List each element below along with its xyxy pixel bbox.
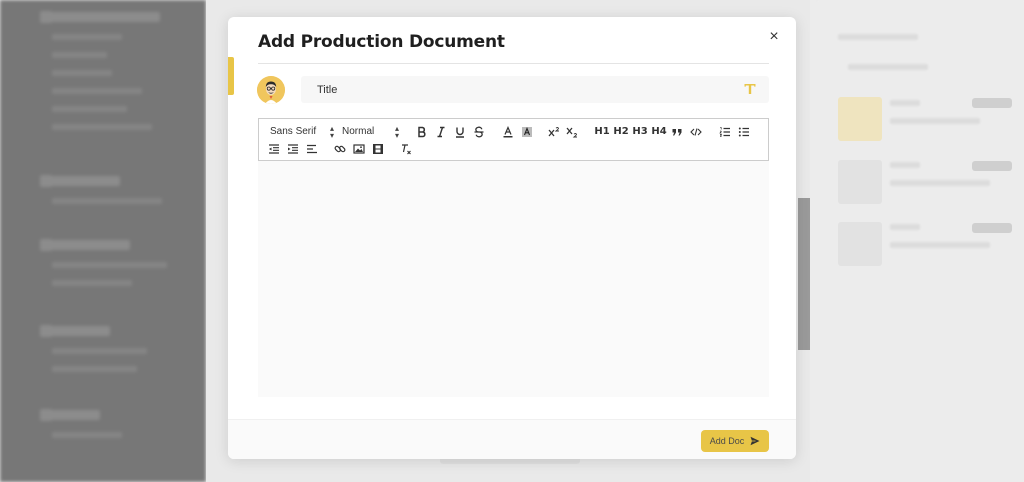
bold-icon[interactable] (415, 125, 429, 139)
modal-title: Add Production Document (258, 32, 505, 52)
send-icon (750, 436, 760, 446)
editor-toolbar: Sans Serif ▴ ▾ Normal ▴ ▾ H1 H2 H3 H4 (258, 118, 769, 161)
background-badge (972, 223, 1012, 233)
background-nav-group (18, 239, 167, 286)
bullet-list-icon[interactable] (737, 125, 751, 139)
document-editor[interactable] (258, 161, 769, 397)
select-arrows-icon: ▴ ▾ (329, 124, 334, 140)
clear-format-icon[interactable] (399, 142, 413, 156)
background-sidebar (0, 0, 206, 482)
avatar-illustration (257, 76, 285, 104)
font-size-select[interactable]: Normal ▴ ▾ (342, 124, 399, 140)
link-icon[interactable] (333, 142, 347, 156)
select-arrows-icon: ▴ ▾ (394, 124, 399, 140)
heading-1-button[interactable]: H1 (594, 125, 610, 139)
background-color-icon[interactable] (520, 125, 534, 139)
accent-bar (228, 57, 234, 95)
title-field (301, 76, 769, 103)
heading-2-button[interactable]: H2 (613, 125, 629, 139)
heading-3-button[interactable]: H3 (632, 125, 648, 139)
heading-1-label: H1 (594, 126, 610, 137)
underline-icon[interactable] (453, 125, 467, 139)
heading-2-label: H2 (613, 126, 629, 137)
background-nav-group (18, 11, 160, 130)
indent-icon[interactable] (286, 142, 300, 156)
modal-footer: Add Doc (228, 419, 796, 459)
outdent-icon[interactable] (267, 142, 281, 156)
background-card-thumb (838, 160, 882, 204)
background-card-thumb (838, 222, 882, 266)
add-doc-label: Add Doc (709, 436, 745, 446)
add-doc-button[interactable]: Add Doc (701, 430, 769, 452)
heading-4-label: H4 (651, 126, 667, 137)
background-badge (972, 161, 1012, 171)
font-family-value: Sans Serif (270, 126, 317, 137)
heading-4-button[interactable]: H4 (651, 125, 667, 139)
blockquote-icon[interactable] (670, 125, 684, 139)
background-badge (972, 98, 1012, 108)
background-scrollbar (798, 198, 810, 350)
align-icon[interactable] (305, 142, 319, 156)
strikethrough-icon[interactable] (472, 125, 486, 139)
background-nav-group (18, 409, 122, 438)
superscript-icon[interactable] (547, 125, 561, 139)
avatar (257, 76, 285, 104)
close-button[interactable]: × (766, 29, 782, 45)
font-size-value: Normal (342, 126, 375, 137)
text-t-icon[interactable] (742, 81, 758, 97)
background-nav-group (18, 325, 147, 372)
heading-3-label: H3 (632, 126, 648, 137)
close-icon: × (769, 28, 779, 45)
ordered-list-icon[interactable] (718, 125, 732, 139)
header-divider (258, 63, 769, 64)
image-icon[interactable] (352, 142, 366, 156)
background-nav-group (18, 175, 162, 204)
italic-icon[interactable] (434, 125, 448, 139)
background-card-thumb (838, 97, 882, 141)
font-family-select[interactable]: Sans Serif ▴ ▾ (270, 124, 334, 140)
code-block-icon[interactable] (689, 125, 703, 139)
add-document-modal: Add Production Document × Sans Serif ▴▾ (228, 17, 796, 459)
title-input[interactable] (301, 76, 731, 103)
subscript-icon[interactable] (565, 125, 579, 139)
video-icon[interactable] (371, 142, 385, 156)
font-color-icon[interactable] (501, 125, 515, 139)
